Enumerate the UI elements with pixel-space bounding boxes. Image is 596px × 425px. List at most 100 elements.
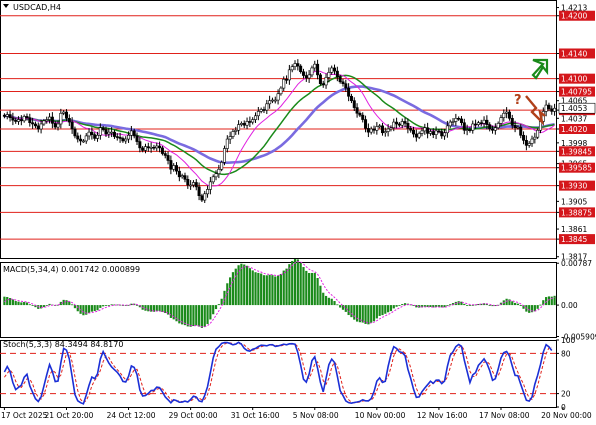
candle (155, 145, 159, 149)
candle (522, 134, 526, 141)
macd-bar (505, 298, 508, 306)
candle (358, 112, 362, 116)
candle (129, 130, 133, 136)
trading-chart[interactable]: 1.42131.42001.41401.41001.407951.40651.4… (0, 0, 596, 425)
candle (553, 107, 557, 112)
candle (242, 123, 246, 126)
y-tick-label: 0.00 (561, 301, 578, 310)
candle (279, 87, 283, 95)
macd-bar (93, 305, 96, 312)
candle (366, 128, 370, 133)
candle (25, 116, 29, 118)
macd-bar (299, 262, 302, 306)
candle (135, 135, 139, 142)
candle (70, 121, 74, 130)
y-tick-label: 80 (561, 349, 571, 358)
macd-bar (195, 305, 198, 326)
candle (211, 176, 215, 183)
candle (361, 114, 365, 120)
candle (355, 107, 359, 114)
candle (56, 123, 60, 128)
macd-bar (102, 305, 105, 307)
candle (530, 138, 534, 144)
candle (42, 120, 46, 125)
macd-bar (324, 295, 328, 306)
x-tick-label: 20 Nov 00:00 (541, 411, 592, 420)
macd-bar (488, 305, 491, 306)
candle (141, 147, 145, 151)
macd-bar (401, 304, 404, 306)
candle (333, 67, 337, 72)
candle (378, 125, 382, 128)
candle (347, 87, 351, 97)
candle (335, 70, 339, 78)
candle (270, 99, 274, 102)
candle (431, 131, 435, 135)
x-tick-label: 17 Nov 08:00 (479, 411, 530, 420)
macd-bar (265, 275, 268, 306)
candle (67, 118, 71, 123)
y-tick-label: 1.3905 (561, 197, 587, 206)
candle (423, 127, 427, 132)
candle (62, 111, 66, 114)
candle (5, 114, 9, 117)
macd-bar (446, 305, 449, 306)
candle (316, 63, 320, 76)
macd-bar (279, 273, 283, 306)
macd-bar (209, 305, 212, 320)
candle (273, 99, 277, 102)
macd-bar (463, 303, 466, 306)
macd-bar (104, 305, 108, 306)
candle (262, 109, 266, 111)
candle (459, 118, 463, 124)
candle (395, 121, 399, 125)
candle (64, 111, 68, 119)
macd-bar (536, 305, 539, 309)
candle (180, 175, 184, 178)
candle (392, 121, 396, 129)
candle (482, 119, 486, 124)
macd-bar (25, 302, 29, 306)
candle (321, 83, 325, 86)
candle (132, 130, 136, 137)
macd-bar (319, 285, 322, 306)
candle (121, 138, 125, 142)
candle (443, 132, 447, 137)
candle (28, 117, 32, 123)
candle (222, 148, 226, 163)
candle (189, 184, 193, 187)
candle (251, 119, 255, 123)
x-tick-label: 5 Nov 08:00 (293, 411, 339, 420)
candle (536, 129, 540, 138)
macd-bar (347, 305, 350, 316)
macd-bar (65, 300, 68, 306)
candle (239, 123, 243, 125)
candle (163, 153, 167, 156)
macd-bar (248, 268, 251, 306)
candle (183, 175, 187, 180)
x-tick-label: 12 Nov 16:00 (417, 411, 468, 420)
macd-bar (71, 304, 74, 306)
candle (507, 111, 511, 119)
candle (412, 129, 416, 135)
candle (457, 118, 461, 120)
macd-bar (288, 264, 291, 306)
candle (299, 65, 303, 73)
macd-bar (302, 267, 305, 306)
macd-bar (87, 305, 91, 313)
candle (282, 78, 286, 89)
y-tick-label: 1.3861 (561, 225, 587, 234)
candle (124, 138, 128, 142)
macd-bar (251, 270, 254, 306)
macd-label: MACD(5,34,4) 0.001742 0.000899 (3, 265, 140, 274)
level-label: 1.4020 (561, 125, 587, 134)
macd-bar (513, 302, 517, 306)
candle (318, 74, 322, 84)
macd-bar (350, 305, 353, 318)
candle (110, 131, 114, 134)
stochastic-label: Stoch(5,3,3) 84.3494 84.8170 (3, 340, 123, 349)
candle (499, 117, 503, 124)
macd-bar (308, 273, 311, 306)
macd-bar (370, 305, 373, 323)
candle (87, 131, 91, 137)
